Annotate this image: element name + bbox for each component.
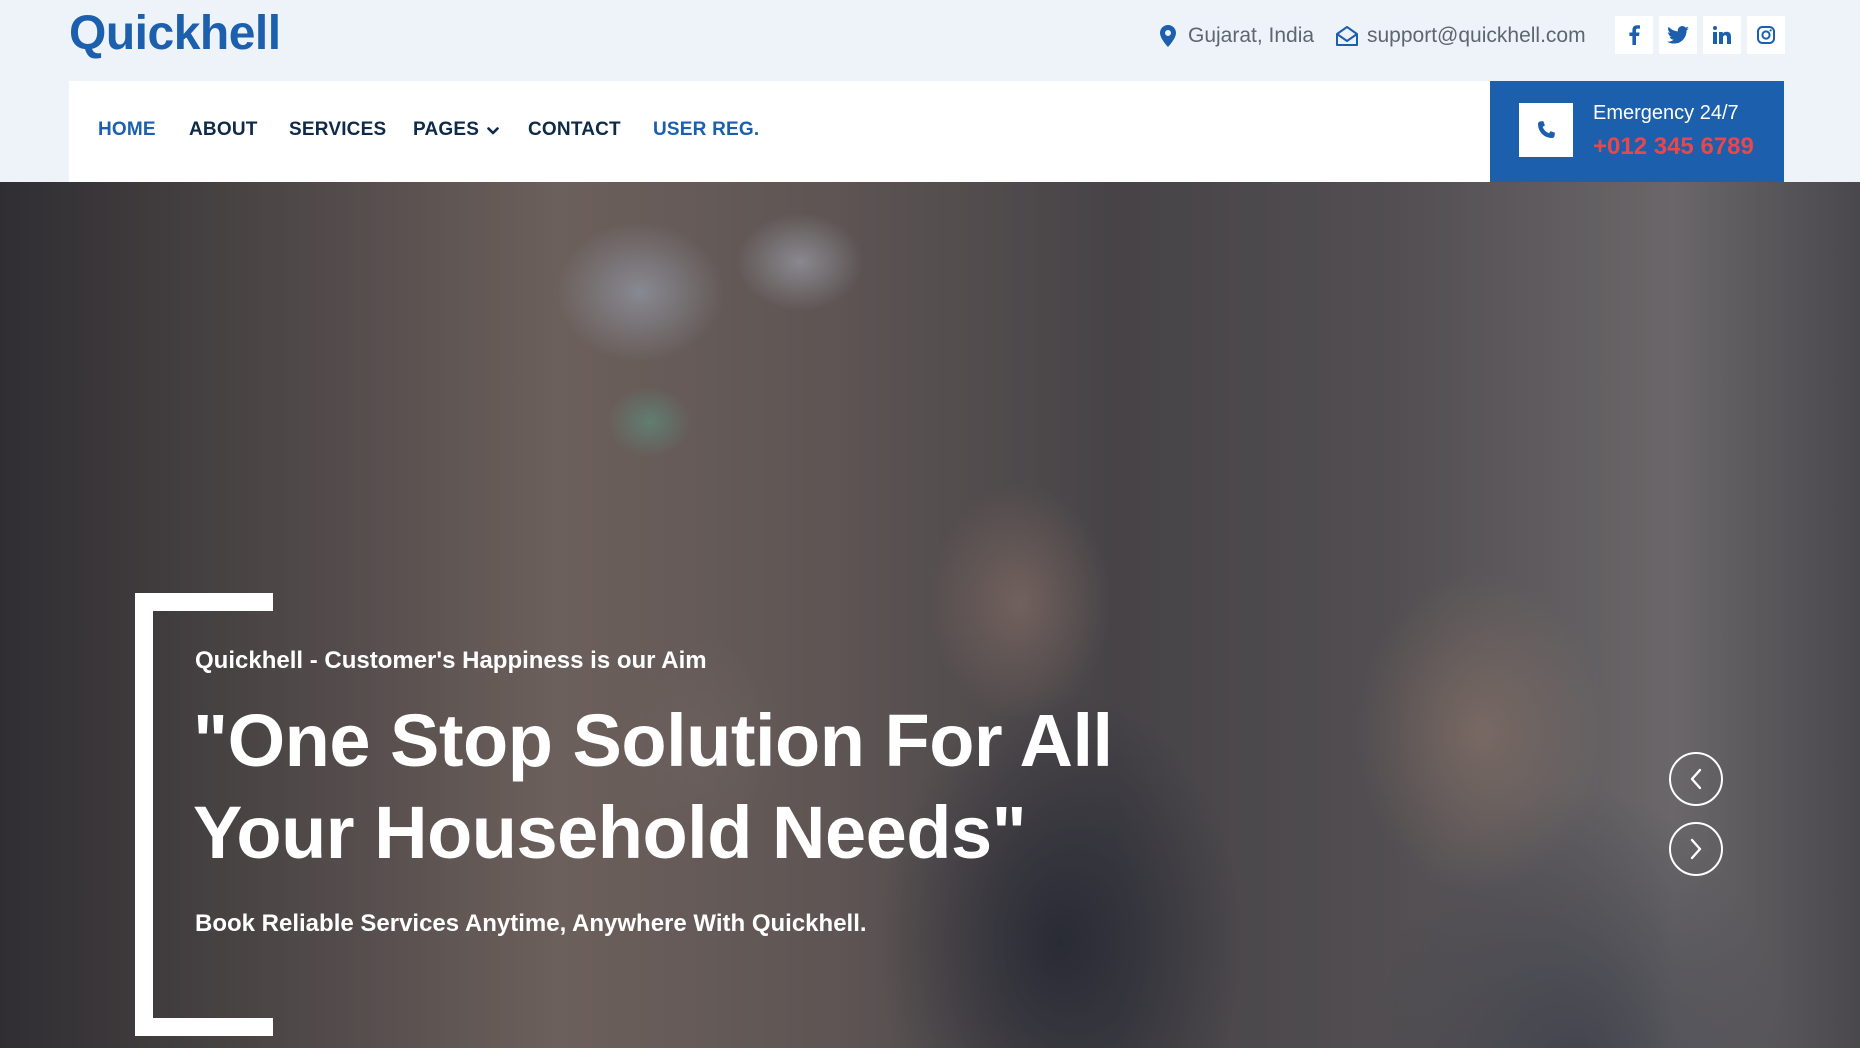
hero-headline-line-2: Your Household Needs" xyxy=(193,791,1027,874)
top-bar: Quickhell Gujarat, India support@quickhe… xyxy=(0,0,1860,82)
linkedin-icon[interactable] xyxy=(1703,16,1741,54)
nav-item-pages[interactable]: PAGES xyxy=(413,119,499,141)
hero-kicker: Quickhell - Customer's Happiness is our … xyxy=(195,647,707,674)
main-nav: HOME ABOUT SERVICES PAGES CONTACT USER R… xyxy=(69,81,1490,182)
location-info: Gujarat, India xyxy=(1157,22,1314,50)
nav-item-about[interactable]: ABOUT xyxy=(189,119,258,141)
chevron-down-icon xyxy=(487,119,499,141)
email-text[interactable]: support@quickhell.com xyxy=(1367,24,1586,48)
chevron-left-icon xyxy=(1690,768,1702,790)
email-info[interactable]: support@quickhell.com xyxy=(1336,22,1586,50)
hero-carousel: Quickhell - Customer's Happiness is our … xyxy=(0,182,1860,1048)
carousel-prev-button[interactable] xyxy=(1669,752,1723,806)
brand-logo[interactable]: Quickhell xyxy=(69,6,281,61)
location-text: Gujarat, India xyxy=(1188,24,1315,47)
hero-headline: "One Stop Solution For All Your Househol… xyxy=(193,695,1173,879)
facebook-icon[interactable] xyxy=(1615,16,1653,54)
phone-icon xyxy=(1519,103,1573,157)
nav-item-services[interactable]: SERVICES xyxy=(289,119,386,141)
nav-item-user-reg[interactable]: USER REG. xyxy=(653,119,759,141)
emergency-contact[interactable]: Emergency 24/7 +012 345 6789 xyxy=(1490,81,1784,182)
map-pin-icon xyxy=(1157,25,1179,47)
nav-item-pages-label: PAGES xyxy=(413,119,480,140)
nav-item-home[interactable]: HOME xyxy=(98,119,156,141)
chevron-right-icon xyxy=(1690,838,1702,860)
hero-subline: Book Reliable Services Anytime, Anywhere… xyxy=(195,910,867,937)
hero-content: Quickhell - Customer's Happiness is our … xyxy=(0,182,1860,1048)
twitter-icon[interactable] xyxy=(1659,16,1697,54)
emergency-title: Emergency 24/7 xyxy=(1593,102,1739,124)
carousel-next-button[interactable] xyxy=(1669,822,1723,876)
social-links xyxy=(1615,16,1785,54)
instagram-icon[interactable] xyxy=(1747,16,1785,54)
nav-item-contact[interactable]: CONTACT xyxy=(528,119,621,141)
hero-headline-line-1: "One Stop Solution For All xyxy=(193,699,1113,782)
envelope-open-icon xyxy=(1336,25,1358,47)
emergency-phone[interactable]: +012 345 6789 xyxy=(1593,133,1754,161)
